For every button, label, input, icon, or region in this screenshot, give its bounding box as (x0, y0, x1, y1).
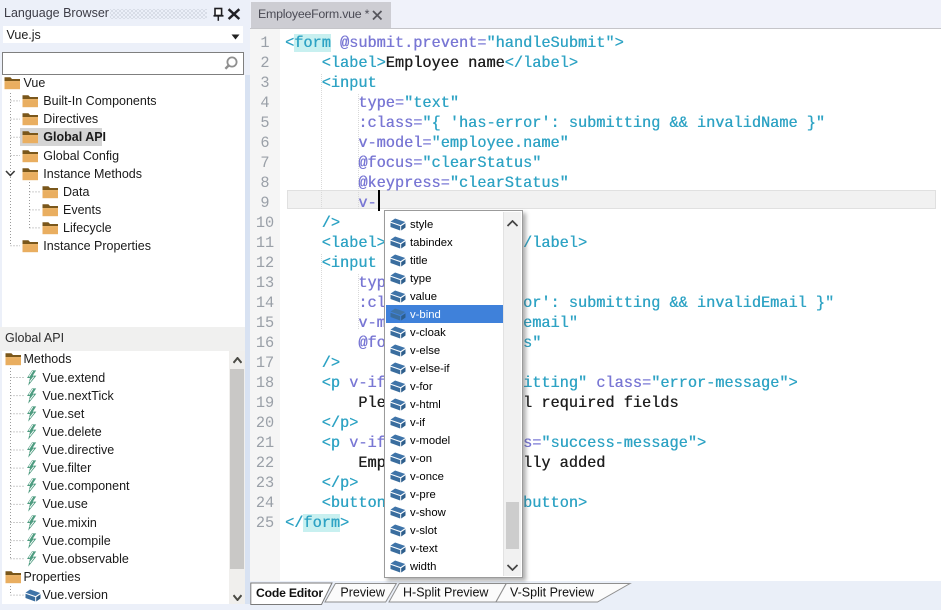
svg-text:H-Split Preview: H-Split Preview (403, 586, 489, 600)
svg-text:Code Editor: Code Editor (256, 586, 323, 600)
svg-text:Preview: Preview (340, 586, 385, 600)
svg-text:V-Split Preview: V-Split Preview (510, 586, 595, 600)
